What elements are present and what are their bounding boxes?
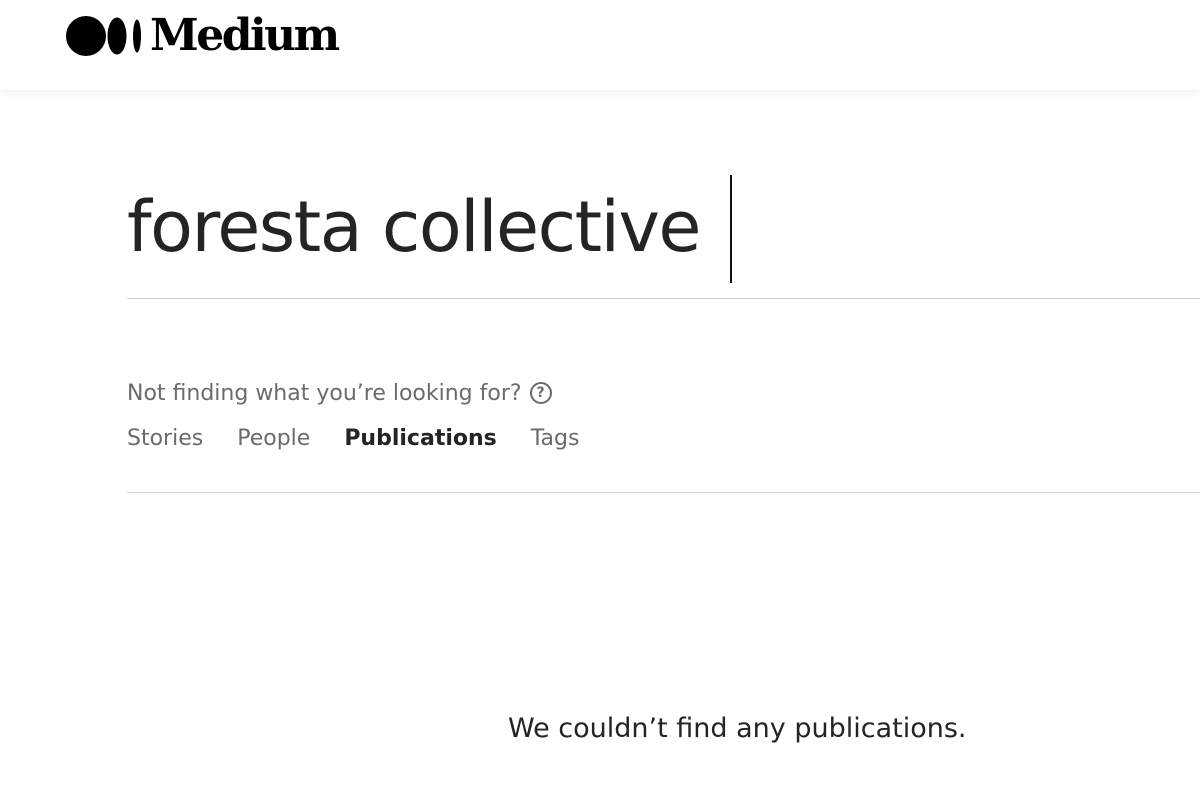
top-navigation-bar: Medium [0, 0, 1200, 90]
question-circle-icon[interactable]: ? [529, 382, 552, 404]
medium-logo-icon [66, 16, 141, 56]
empty-results-message: We couldn’t find any publications. [508, 713, 967, 744]
help-text: Not finding what you’re looking for? [127, 380, 522, 406]
tab-publications[interactable]: Publications [344, 426, 496, 451]
search-input[interactable] [127, 172, 1127, 282]
search-field-container [127, 172, 1200, 299]
tab-stories[interactable]: Stories [127, 426, 203, 451]
text-cursor [730, 175, 732, 283]
tab-people[interactable]: People [237, 426, 310, 451]
logo-wordmark: Medium [150, 10, 340, 61]
help-row: Not finding what you’re looking for? ? [127, 378, 552, 408]
tab-tags[interactable]: Tags [531, 426, 580, 451]
search-category-tabs: Stories People Publications Tags [127, 421, 613, 455]
medium-logo[interactable]: Medium [66, 10, 340, 61]
tabs-divider [127, 492, 1200, 493]
